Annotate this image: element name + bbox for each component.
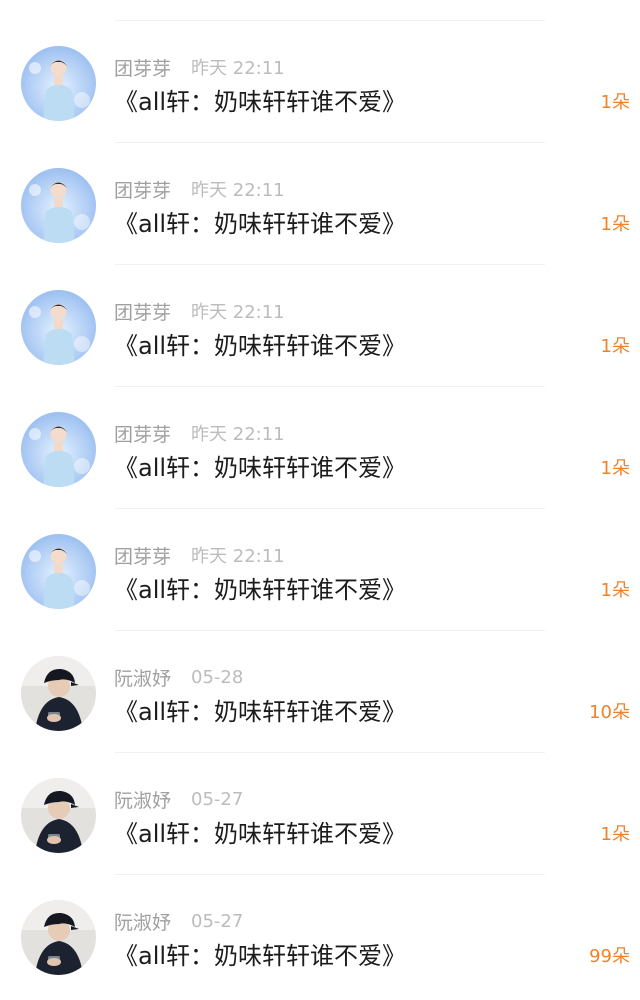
blue-stage-avatar-icon [21, 412, 96, 487]
avatar[interactable] [21, 290, 96, 365]
user-name[interactable]: 阮淑妤 [114, 786, 171, 813]
flower-count: 1朵 [600, 824, 630, 845]
user-name[interactable]: 团芽芽 [114, 542, 171, 569]
list-item[interactable]: 团芽芽 昨天 22:11 《all轩：奶味轩轩谁不爱》 1朵 [0, 143, 640, 265]
timestamp: 昨天 22:11 [191, 58, 285, 79]
work-title[interactable]: 《all轩：奶味轩轩谁不爱》 [114, 85, 406, 119]
avatar[interactable] [21, 656, 96, 731]
blue-stage-avatar-icon [21, 290, 96, 365]
work-title[interactable]: 《all轩：奶味轩轩谁不爱》 [114, 451, 406, 485]
timestamp: 05-28 [191, 666, 244, 688]
blue-stage-avatar-icon [21, 534, 96, 609]
flower-count: 1朵 [600, 336, 630, 357]
avatar[interactable] [21, 46, 96, 121]
blue-stage-avatar-icon [21, 168, 96, 243]
avatar[interactable] [21, 778, 96, 853]
timestamp: 昨天 22:11 [191, 546, 285, 567]
work-title[interactable]: 《all轩：奶味轩轩谁不爱》 [114, 207, 406, 241]
flower-count: 99朵 [589, 946, 630, 967]
flower-count: 10朵 [589, 702, 630, 723]
list-item[interactable]: 团芽芽 昨天 22:11 《all轩：奶味轩轩谁不爱》 1朵 [0, 509, 640, 631]
capped-person-phone-avatar-icon [21, 656, 96, 731]
user-name[interactable]: 团芽芽 [114, 176, 171, 203]
gift-record-list: 团芽芽 昨天 22:11 《all轩：奶味轩轩谁不爱》 1朵 团芽芽 昨天 22… [0, 0, 640, 1000]
work-title[interactable]: 《all轩：奶味轩轩谁不爱》 [114, 817, 406, 851]
list-item[interactable]: 阮淑妤 05-27 《all轩：奶味轩轩谁不爱》 99朵 [0, 875, 640, 997]
list-item[interactable]: 团芽芽 昨天 22:11 《all轩：奶味轩轩谁不爱》 1朵 [0, 387, 640, 509]
flower-count: 1朵 [600, 92, 630, 113]
item-meta: 团芽芽 昨天 22:11 [114, 176, 285, 202]
user-name[interactable]: 团芽芽 [114, 420, 171, 447]
work-title[interactable]: 《all轩：奶味轩轩谁不爱》 [114, 695, 406, 729]
item-meta: 团芽芽 昨天 22:11 [114, 298, 285, 324]
user-name[interactable]: 团芽芽 [114, 298, 171, 325]
item-meta: 团芽芽 昨天 22:11 [114, 54, 285, 80]
user-name[interactable]: 团芽芽 [114, 54, 171, 81]
work-title[interactable]: 《all轩：奶味轩轩谁不爱》 [114, 329, 406, 363]
list-item[interactable]: 阮淑妤 05-28 《all轩：奶味轩轩谁不爱》 10朵 [0, 631, 640, 753]
timestamp: 昨天 22:11 [191, 302, 285, 323]
capped-person-phone-avatar-icon [21, 778, 96, 853]
avatar[interactable] [21, 534, 96, 609]
work-title[interactable]: 《all轩：奶味轩轩谁不爱》 [114, 573, 406, 607]
flower-count: 1朵 [600, 580, 630, 601]
capped-person-phone-avatar-icon [21, 900, 96, 975]
timestamp: 昨天 22:11 [191, 180, 285, 201]
list-item[interactable]: 团芽芽 昨天 22:11 《all轩：奶味轩轩谁不爱》 1朵 [0, 21, 640, 143]
user-name[interactable]: 阮淑妤 [114, 908, 171, 935]
list-item[interactable]: 团芽芽 昨天 22:11 《all轩：奶味轩轩谁不爱》 1朵 [0, 265, 640, 387]
flower-count: 1朵 [600, 214, 630, 235]
avatar[interactable] [21, 412, 96, 487]
item-meta: 阮淑妤 05-28 [114, 664, 243, 690]
avatar[interactable] [21, 900, 96, 975]
blue-stage-avatar-icon [21, 46, 96, 121]
timestamp: 05-27 [191, 910, 244, 932]
item-meta: 团芽芽 昨天 22:11 [114, 542, 285, 568]
item-meta: 阮淑妤 05-27 [114, 908, 243, 934]
item-meta: 团芽芽 昨天 22:11 [114, 420, 285, 446]
timestamp: 05-27 [191, 788, 244, 810]
flower-count: 1朵 [600, 458, 630, 479]
timestamp: 昨天 22:11 [191, 424, 285, 445]
item-meta: 阮淑妤 05-27 [114, 786, 243, 812]
user-name[interactable]: 阮淑妤 [114, 664, 171, 691]
list-item[interactable]: 阮淑妤 05-27 《all轩：奶味轩轩谁不爱》 1朵 [0, 753, 640, 875]
work-title[interactable]: 《all轩：奶味轩轩谁不爱》 [114, 939, 406, 973]
avatar[interactable] [21, 168, 96, 243]
